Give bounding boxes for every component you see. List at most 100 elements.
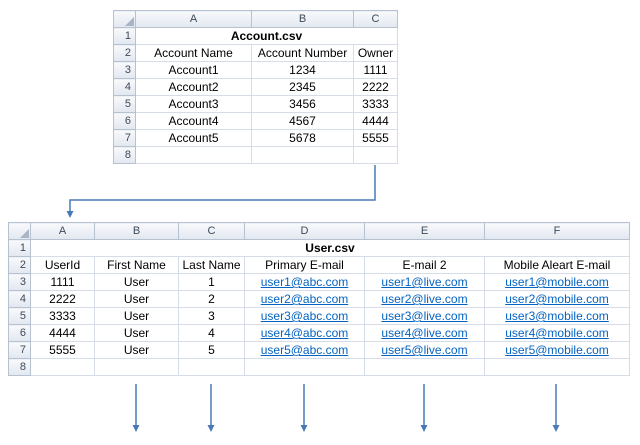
- cell[interactable]: 1111: [354, 62, 398, 79]
- cell-empty[interactable]: [252, 147, 354, 164]
- select-all-triangle-icon: [20, 229, 29, 238]
- column-header-b[interactable]: B: [252, 11, 354, 28]
- cell[interactable]: 1: [179, 274, 245, 291]
- cell[interactable]: 4444: [354, 113, 398, 130]
- row-header-4[interactable]: 4: [114, 79, 136, 96]
- cell[interactable]: Account1: [136, 62, 252, 79]
- cell-empty[interactable]: [485, 359, 630, 376]
- email-link[interactable]: user2@abc.com: [261, 292, 349, 306]
- header-cell[interactable]: E-mail 2: [365, 257, 485, 274]
- cell-empty[interactable]: [95, 359, 179, 376]
- row-header-8[interactable]: 8: [114, 147, 136, 164]
- cell-empty[interactable]: [31, 359, 95, 376]
- cell[interactable]: User: [95, 325, 179, 342]
- column-header-b[interactable]: B: [95, 223, 179, 240]
- table-row: 6 Account4 4567 4444: [114, 113, 398, 130]
- cell[interactable]: 2222: [31, 291, 95, 308]
- column-header-e[interactable]: E: [365, 223, 485, 240]
- email-link[interactable]: user5@mobile.com: [505, 343, 609, 357]
- row-header-8[interactable]: 8: [9, 359, 31, 376]
- email-link[interactable]: user2@mobile.com: [505, 292, 609, 306]
- cell[interactable]: Account4: [136, 113, 252, 130]
- email-link[interactable]: user5@abc.com: [261, 343, 349, 357]
- row-header-7[interactable]: 7: [9, 342, 31, 359]
- cell[interactable]: 3456: [252, 96, 354, 113]
- cell[interactable]: User: [95, 274, 179, 291]
- email-link[interactable]: user3@mobile.com: [505, 309, 609, 323]
- cell[interactable]: User: [95, 291, 179, 308]
- cell[interactable]: User: [95, 308, 179, 325]
- header-cell[interactable]: Mobile Aleart E-mail: [485, 257, 630, 274]
- cell[interactable]: 1111: [31, 274, 95, 291]
- table-row: 1 Account.csv: [114, 28, 398, 45]
- email-link[interactable]: user3@abc.com: [261, 309, 349, 323]
- email-link[interactable]: user5@live.com: [381, 343, 467, 357]
- email-link[interactable]: user4@mobile.com: [505, 326, 609, 340]
- row-header-6[interactable]: 6: [114, 113, 136, 130]
- email-link[interactable]: user1@mobile.com: [505, 275, 609, 289]
- select-all-corner[interactable]: [114, 11, 136, 28]
- column-header-a[interactable]: A: [136, 11, 252, 28]
- row-header-3[interactable]: 3: [114, 62, 136, 79]
- email-link[interactable]: user4@abc.com: [261, 326, 349, 340]
- cell[interactable]: 5678: [252, 130, 354, 147]
- row-header-3[interactable]: 3: [9, 274, 31, 291]
- cell[interactable]: 3: [179, 308, 245, 325]
- row-header-1[interactable]: 1: [9, 240, 31, 257]
- cell[interactable]: 1234: [252, 62, 354, 79]
- cell[interactable]: 5555: [354, 130, 398, 147]
- cell[interactable]: 4567: [252, 113, 354, 130]
- column-header-f[interactable]: F: [485, 223, 630, 240]
- row-header-6[interactable]: 6: [9, 325, 31, 342]
- header-cell[interactable]: Last Name: [179, 257, 245, 274]
- cell[interactable]: 2: [179, 291, 245, 308]
- cell[interactable]: 3333: [354, 96, 398, 113]
- sheet-title-cell[interactable]: User.csv: [31, 240, 630, 257]
- cell-empty[interactable]: [365, 359, 485, 376]
- sheet-title-cell[interactable]: Account.csv: [136, 28, 398, 45]
- table-row: 2 Account Name Account Number Owner: [114, 45, 398, 62]
- row-header-4[interactable]: 4: [9, 291, 31, 308]
- cell[interactable]: 2222: [354, 79, 398, 96]
- column-header-c[interactable]: C: [354, 11, 398, 28]
- cell[interactable]: 5: [179, 342, 245, 359]
- select-all-corner[interactable]: [9, 223, 31, 240]
- column-header-d[interactable]: D: [245, 223, 365, 240]
- cell[interactable]: 5555: [31, 342, 95, 359]
- cell[interactable]: Account3: [136, 96, 252, 113]
- cell-email: user1@live.com: [365, 274, 485, 291]
- cell-empty[interactable]: [245, 359, 365, 376]
- cell[interactable]: 2345: [252, 79, 354, 96]
- row-header-7[interactable]: 7: [114, 130, 136, 147]
- header-cell[interactable]: Account Number: [252, 45, 354, 62]
- row-header-5[interactable]: 5: [114, 96, 136, 113]
- cell-empty[interactable]: [136, 147, 252, 164]
- email-link[interactable]: user3@live.com: [381, 309, 467, 323]
- row-header-2[interactable]: 2: [9, 257, 31, 274]
- cell-email: user2@mobile.com: [485, 291, 630, 308]
- cell[interactable]: 4444: [31, 325, 95, 342]
- header-cell[interactable]: First Name: [95, 257, 179, 274]
- row-header-2[interactable]: 2: [114, 45, 136, 62]
- cell[interactable]: Account5: [136, 130, 252, 147]
- header-cell[interactable]: Account Name: [136, 45, 252, 62]
- column-header-c[interactable]: C: [179, 223, 245, 240]
- cell[interactable]: 3333: [31, 308, 95, 325]
- cell[interactable]: Account2: [136, 79, 252, 96]
- cell-empty[interactable]: [179, 359, 245, 376]
- table-row: 5 3333 User 3 user3@abc.com user3@live.c…: [9, 308, 630, 325]
- cell[interactable]: User: [95, 342, 179, 359]
- header-cell[interactable]: Owner: [354, 45, 398, 62]
- email-link[interactable]: user1@abc.com: [261, 275, 349, 289]
- header-cell[interactable]: UserId: [31, 257, 95, 274]
- cell-empty[interactable]: [354, 147, 398, 164]
- email-link[interactable]: user2@live.com: [381, 292, 467, 306]
- email-link[interactable]: user4@live.com: [381, 326, 467, 340]
- column-header-a[interactable]: A: [31, 223, 95, 240]
- cell[interactable]: 4: [179, 325, 245, 342]
- table-row: 8: [9, 359, 630, 376]
- header-cell[interactable]: Primary E-mail: [245, 257, 365, 274]
- row-header-5[interactable]: 5: [9, 308, 31, 325]
- email-link[interactable]: user1@live.com: [381, 275, 467, 289]
- row-header-1[interactable]: 1: [114, 28, 136, 45]
